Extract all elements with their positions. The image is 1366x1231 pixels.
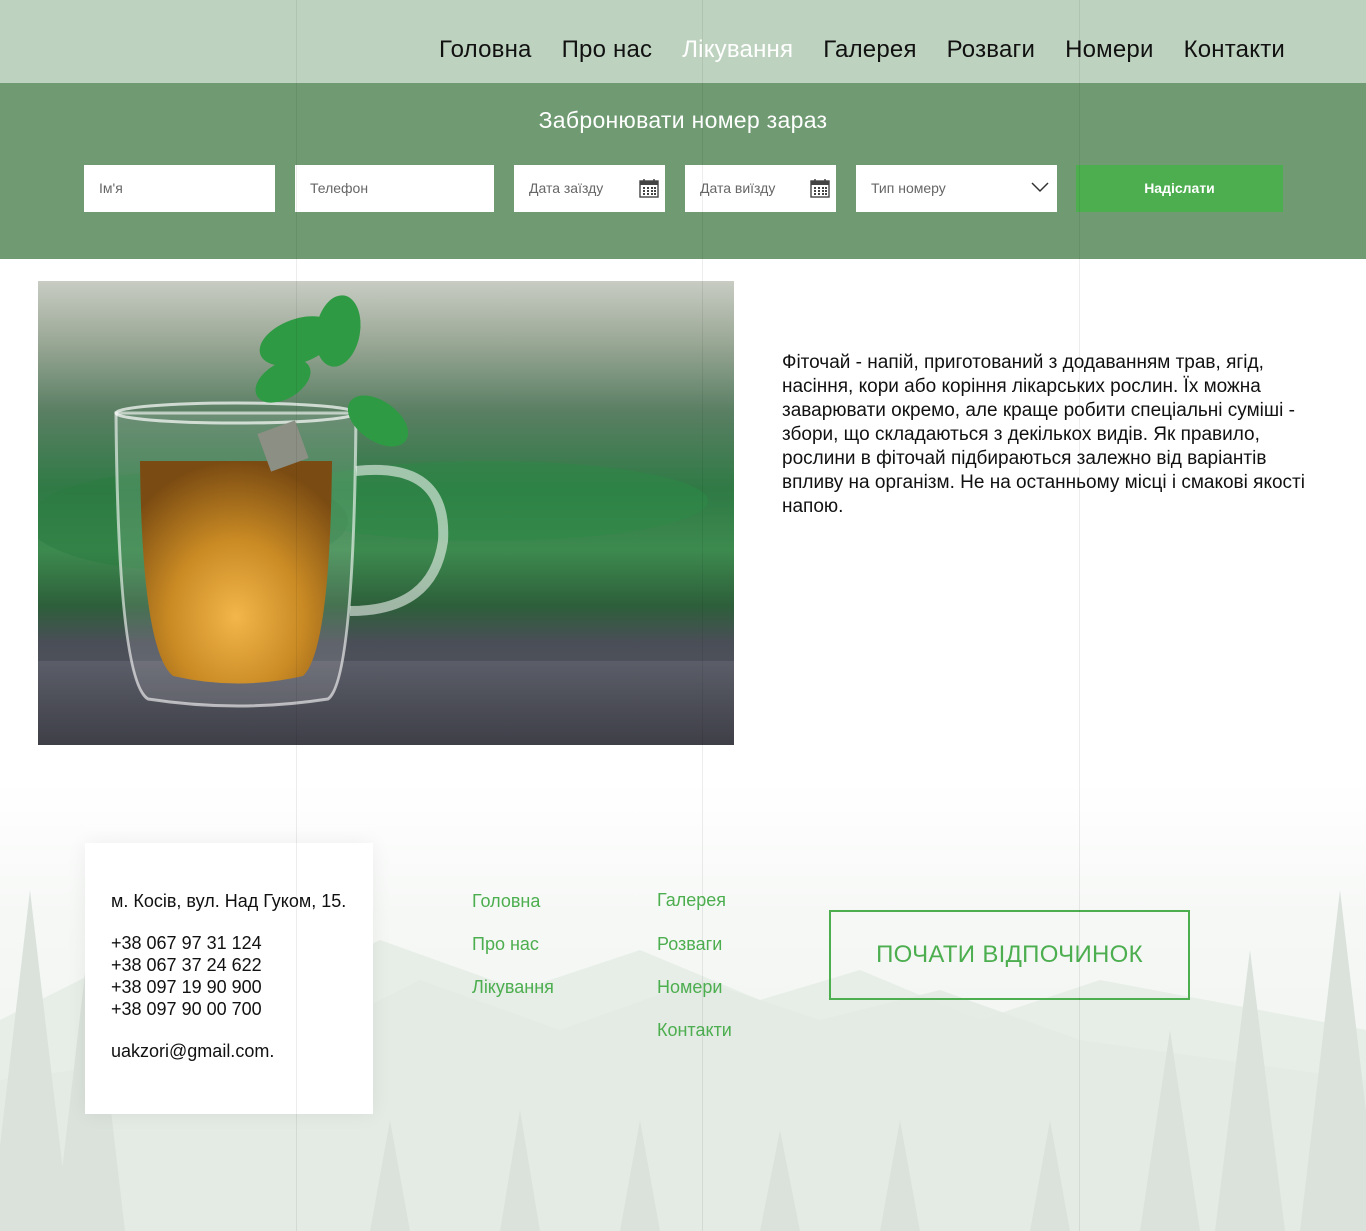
checkout-placeholder: Дата виїзду [700, 180, 776, 196]
nav-item-treatment[interactable]: Лікування [682, 36, 793, 64]
top-navigation-bar: Головна Про нас Лікування Галерея Розваг… [0, 0, 1366, 83]
phone-placeholder: Телефон [310, 180, 369, 196]
booking-form: Забронювати номер зараз Ім'я Телефон Дат… [0, 83, 1366, 259]
calendar-icon[interactable] [810, 178, 830, 198]
nav-item-entertainment[interactable]: Розваги [947, 36, 1035, 64]
checkin-date-field[interactable]: Дата заїзду [514, 165, 665, 212]
checkin-placeholder: Дата заїзду [529, 180, 604, 196]
name-field[interactable]: Ім'я [84, 165, 275, 212]
email-link[interactable]: uakzori@gmail.com. [111, 1041, 373, 1062]
phone-number[interactable]: +38 097 90 00 700 [111, 998, 373, 1020]
footer-link-home[interactable]: Головна [472, 891, 540, 912]
room-type-placeholder: Тип номеру [871, 180, 946, 196]
nav-item-contacts[interactable]: Контакти [1184, 36, 1285, 64]
room-type-select[interactable]: Тип номеру [856, 165, 1057, 212]
footer-link-rooms[interactable]: Номери [657, 977, 722, 998]
contact-card: м. Косів, вул. Над Гуком, 15. +38 067 97… [85, 843, 373, 1114]
main-nav: Головна Про нас Лікування Галерея Розваг… [439, 36, 1285, 64]
phone-field[interactable]: Телефон [295, 165, 494, 212]
footer-link-treatment[interactable]: Лікування [472, 977, 554, 998]
tea-cup-photo [38, 281, 734, 745]
phone-number[interactable]: +38 067 37 24 622 [111, 954, 373, 976]
nav-item-rooms[interactable]: Номери [1065, 36, 1153, 64]
calendar-icon[interactable] [639, 178, 659, 198]
footer-link-entertainment[interactable]: Розваги [657, 934, 722, 955]
footer-link-about[interactable]: Про нас [472, 934, 539, 955]
checkout-date-field[interactable]: Дата виїзду [685, 165, 836, 212]
submit-button[interactable]: Надіслати [1076, 165, 1283, 212]
nav-item-home[interactable]: Головна [439, 36, 532, 64]
phone-number[interactable]: +38 097 19 90 900 [111, 976, 373, 998]
description-text: Фіточай - напій, приготований з додаванн… [782, 352, 1305, 517]
name-placeholder: Ім'я [99, 180, 123, 196]
footer-link-gallery[interactable]: Галерея [657, 890, 726, 911]
booking-title: Забронювати номер зараз [538, 107, 828, 133]
address: м. Косів, вул. Над Гуком, 15. [111, 891, 347, 911]
nav-item-about[interactable]: Про нас [562, 36, 653, 64]
chevron-down-icon [1031, 182, 1049, 193]
start-vacation-button[interactable]: ПОЧАТИ ВІДПОЧИНОК [829, 910, 1190, 1000]
tea-cup-illustration [38, 295, 734, 745]
phone-number[interactable]: +38 067 97 31 124 [111, 932, 373, 954]
footer-link-contacts[interactable]: Контакти [657, 1020, 732, 1041]
nav-item-gallery[interactable]: Галерея [823, 36, 916, 64]
